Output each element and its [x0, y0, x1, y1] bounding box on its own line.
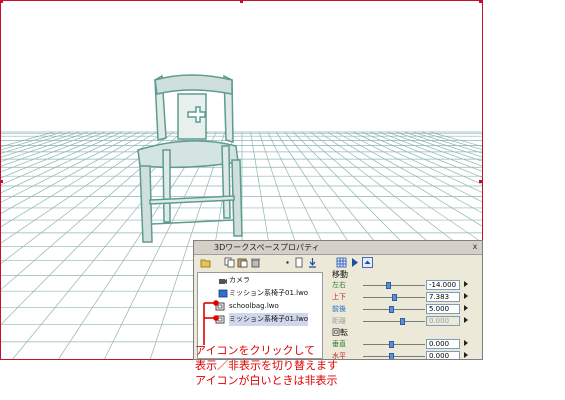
tree-item-camera[interactable]: カメラ: [198, 274, 320, 287]
camera-icon: [219, 279, 227, 284]
property-label: 前後: [332, 305, 346, 313]
property-label: 左右: [332, 281, 346, 289]
annotation-line-1: アイコンをクリックして: [195, 344, 316, 357]
slider-thumb[interactable]: [388, 341, 394, 348]
tree-item-chair-hidden[interactable]: ミッション系椅子01.lwo: [198, 313, 320, 326]
value-input[interactable]: -14.000: [426, 280, 460, 290]
tree-item-label: schoolbag.lwo: [229, 302, 279, 310]
trash-icon[interactable]: [250, 257, 261, 268]
property-label: 垂直: [332, 340, 346, 348]
slider-thumb[interactable]: [400, 318, 406, 325]
window-title: 3Dワークスペースプロパティ: [214, 243, 320, 252]
value-input[interactable]: 0.000: [426, 316, 460, 326]
annotation-line-2: 表示／非表示を切り替えます: [195, 359, 338, 372]
grid-icon[interactable]: [336, 257, 347, 268]
visibility-icon[interactable]: [215, 315, 225, 324]
value-input[interactable]: 0.000: [426, 339, 460, 349]
value-input[interactable]: 7.383: [426, 292, 460, 302]
expand-arrow-icon[interactable]: [464, 293, 468, 299]
collapse-up-icon[interactable]: [362, 257, 373, 268]
move-section-title: 移動: [332, 270, 348, 279]
slider-thumb[interactable]: [388, 306, 394, 313]
move-row: 左右 -14.000: [330, 280, 480, 291]
value-slider[interactable]: [363, 318, 425, 325]
selection-handle-mr[interactable]: [479, 180, 482, 183]
expand-arrow-icon[interactable]: [464, 305, 468, 311]
visibility-icon[interactable]: [215, 302, 225, 311]
copy-icon[interactable]: [224, 257, 235, 268]
download-arrow-icon[interactable]: [307, 257, 318, 268]
rotate-section-title: 回転: [332, 328, 348, 337]
move-row: 距離 0.000: [330, 316, 480, 327]
properties-panel: 移動 左右 -14.000 上下 7.383 前後 5.000 距離 0.000 回転 垂直 0…: [330, 269, 480, 359]
selection-handle-tm[interactable]: [240, 0, 243, 3]
value-slider[interactable]: [363, 341, 425, 348]
tree-item-chair[interactable]: ミッション系椅子01.lwo: [198, 287, 320, 300]
blue-cube-icon: [218, 289, 228, 298]
move-row: 前後 5.000: [330, 304, 480, 315]
tree-item-label: カメラ: [229, 276, 250, 284]
expand-arrow-icon[interactable]: [464, 317, 468, 323]
value-slider[interactable]: [363, 294, 425, 301]
value-slider[interactable]: [363, 353, 425, 359]
move-row: 上下 7.383: [330, 292, 480, 303]
tree-item-label: ミッション系椅子01.lwo: [229, 313, 309, 326]
annotation-line-3: アイコンが白いときは非表示: [195, 374, 338, 387]
expand-arrow-icon[interactable]: [464, 340, 468, 346]
expand-arrow-icon[interactable]: [464, 281, 468, 287]
slider-thumb[interactable]: [391, 294, 397, 301]
close-button[interactable]: x: [470, 242, 480, 252]
play-arrow-icon[interactable]: [349, 257, 360, 268]
selection-handle-tr[interactable]: [479, 0, 482, 3]
page-icon[interactable]: [294, 257, 305, 268]
paste-icon[interactable]: [237, 257, 248, 268]
dot-icon[interactable]: [282, 257, 293, 268]
value-slider[interactable]: [363, 282, 425, 289]
expand-arrow-icon[interactable]: [464, 352, 468, 358]
tree-item-label: ミッション系椅子01.lwo: [229, 289, 309, 297]
value-input[interactable]: 5.000: [426, 304, 460, 314]
value-input[interactable]: 0.000: [426, 351, 460, 359]
rotate-row: 垂直 0.000: [330, 339, 480, 350]
rotate-row: 水平 0.000: [330, 351, 480, 359]
slider-thumb[interactable]: [388, 353, 394, 359]
tree-item-schoolbag[interactable]: schoolbag.lwo: [198, 300, 320, 313]
selection-handle-ml[interactable]: [0, 180, 3, 183]
open-folder-icon[interactable]: [200, 257, 211, 268]
property-label: 上下: [332, 293, 346, 301]
window-titlebar[interactable]: 3Dワークスペースプロパティ x: [194, 241, 482, 255]
selection-handle-tl[interactable]: [0, 0, 3, 3]
slider-thumb[interactable]: [385, 282, 391, 289]
property-label: 距離: [332, 317, 346, 325]
value-slider[interactable]: [363, 306, 425, 313]
